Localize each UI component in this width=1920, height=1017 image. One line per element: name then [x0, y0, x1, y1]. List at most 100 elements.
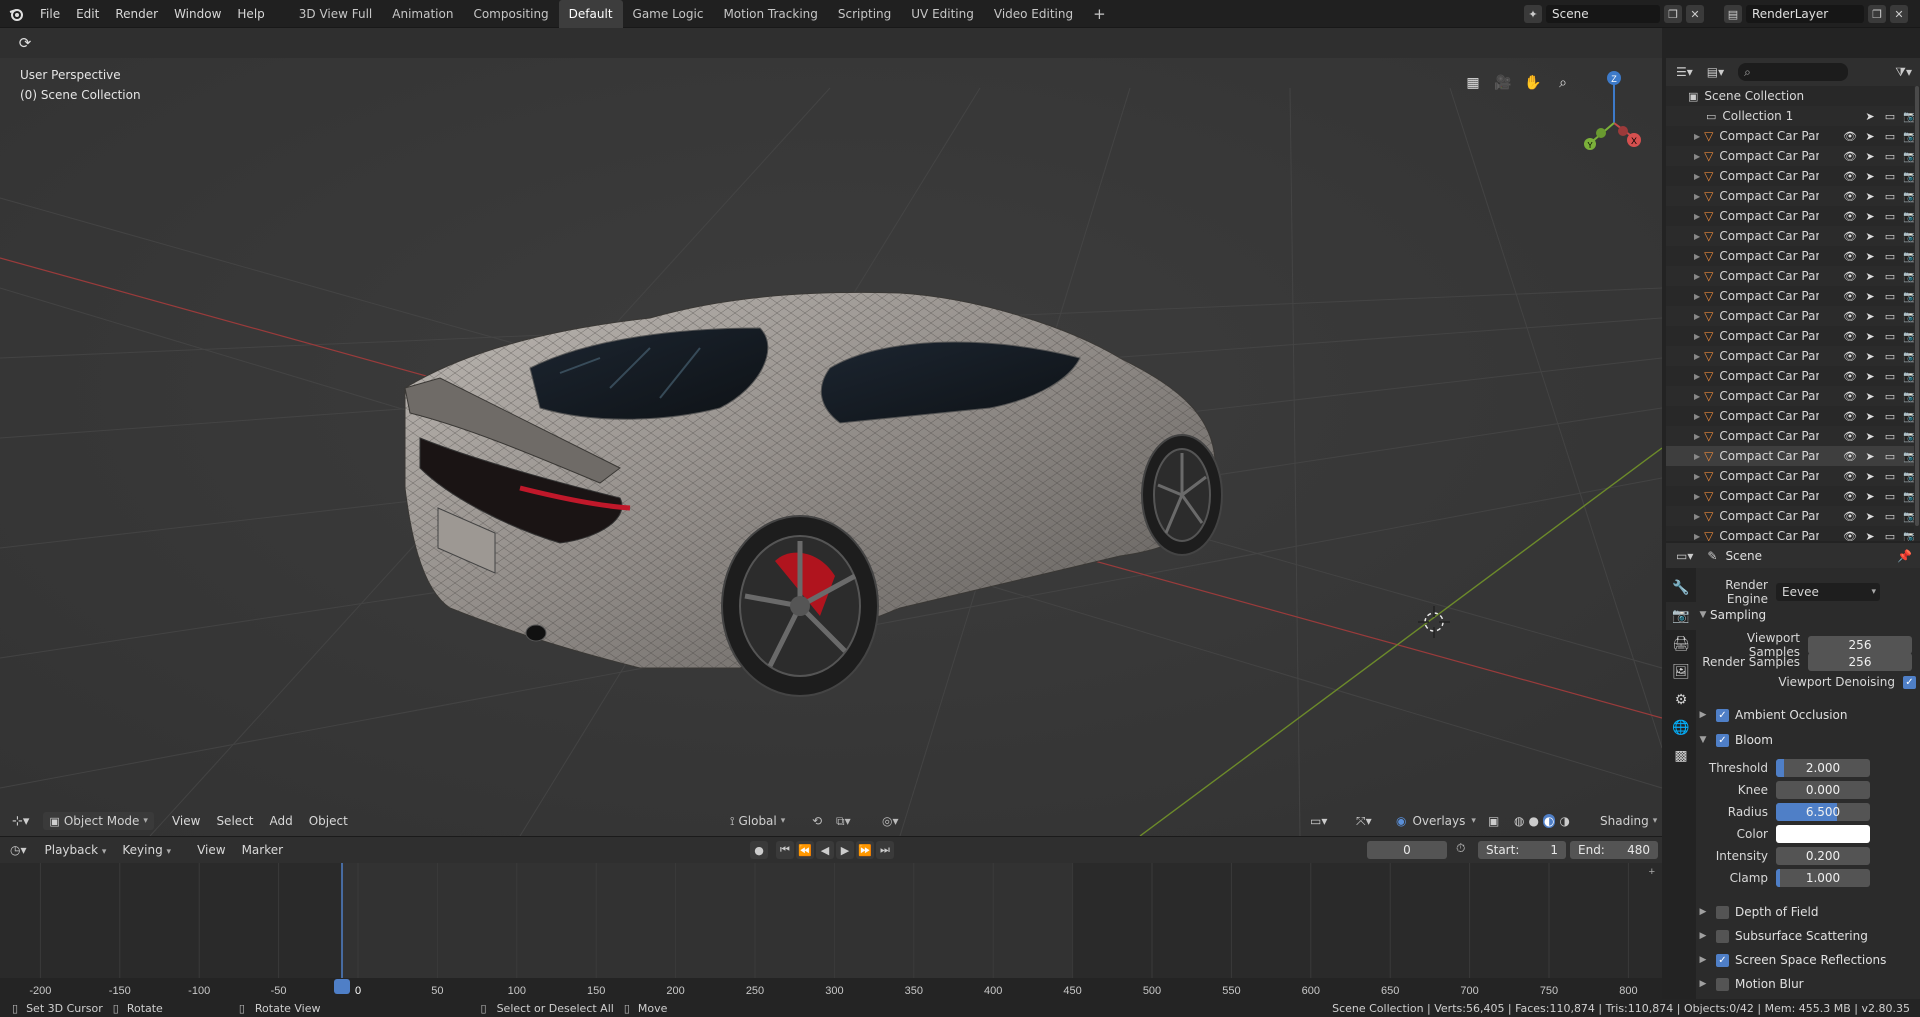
menu-window[interactable]: Window	[166, 0, 229, 28]
outliner-object-row[interactable]: ▶▽Compact Car Part.0👁➤▭📷	[1666, 166, 1920, 186]
ambient-occlusion-panel-header[interactable]: ▶ ✓ Ambient Occlusion	[1696, 703, 1920, 727]
selectable-icon[interactable]: ➤	[1862, 508, 1878, 524]
expand-arrow-icon[interactable]: ▶	[1694, 392, 1700, 401]
viewport-disable-icon[interactable]: ▭	[1882, 228, 1898, 244]
tab-game-logic[interactable]: Game Logic	[623, 0, 714, 28]
selectable-icon[interactable]: ➤	[1862, 188, 1878, 204]
outliner-scene-collection[interactable]: ▣ Scene Collection	[1666, 86, 1920, 106]
selectable-icon[interactable]: ➤	[1862, 388, 1878, 404]
knee-slider[interactable]: 0.000	[1776, 781, 1870, 799]
selectable-icon[interactable]: ➤	[1862, 228, 1878, 244]
tab-scripting[interactable]: Scripting	[828, 0, 901, 28]
outliner-object-row[interactable]: ▶▽Compact Car Part.0👁➤▭📷	[1666, 126, 1920, 146]
viewport-disable-icon[interactable]: ▭	[1882, 268, 1898, 284]
depth-of-field-checkbox[interactable]	[1716, 905, 1729, 919]
object-type-visibility-icon[interactable]: ▭▾	[1310, 814, 1327, 828]
delete-layer-icon[interactable]: ✕	[1890, 5, 1908, 23]
selectable-icon[interactable]: ➤	[1862, 268, 1878, 284]
outliner-object-row[interactable]: ▶▽Compact Car Part.0👁➤▭📷	[1666, 226, 1920, 246]
visibility-eye-icon[interactable]: 👁	[1842, 528, 1858, 542]
visibility-eye-icon[interactable]: 👁	[1842, 428, 1858, 444]
outliner-object-row[interactable]: ▶▽Compact Car Part.0👁➤▭📷	[1666, 326, 1920, 346]
viewport-disable-icon[interactable]: ▭	[1882, 248, 1898, 264]
intensity-slider[interactable]: 0.200	[1776, 847, 1870, 865]
transform-orientation-dropdown[interactable]: ⟟ Global ▾	[730, 814, 785, 829]
outliner-object-row[interactable]: ▶▽Compact Car Part.0👁➤▭📷	[1666, 306, 1920, 326]
bloom-checkbox[interactable]: ✓	[1716, 733, 1729, 747]
visibility-eye-icon[interactable]: 👁	[1842, 288, 1858, 304]
tab-video-editing[interactable]: Video Editing	[984, 0, 1083, 28]
current-frame-field[interactable]: 0	[1367, 841, 1447, 859]
visibility-eye-icon[interactable]: 👁	[1842, 148, 1858, 164]
selectable-icon[interactable]: ➤	[1862, 428, 1878, 444]
subsurface-checkbox[interactable]	[1716, 929, 1729, 943]
gizmo-toggle-icon[interactable]: ⤧▾	[1356, 814, 1372, 829]
tab-uv-editing[interactable]: UV Editing	[901, 0, 984, 28]
threshold-slider[interactable]: 2.000	[1776, 759, 1870, 777]
visibility-eye-icon[interactable]: 👁	[1842, 128, 1858, 144]
overlays-dropdown[interactable]: ◉ Overlays ▾	[1396, 814, 1476, 828]
wireframe-shading-icon[interactable]: ◍	[1514, 814, 1524, 828]
outliner-object-row[interactable]: ▶▽Compact Car Part.0👁➤▭📷	[1666, 186, 1920, 206]
timeline-editor-type-icon[interactable]: ◷▾	[10, 843, 27, 857]
outliner-object-row[interactable]: ▶▽Compact Car Part.0👁➤▭📷	[1666, 266, 1920, 286]
blender-logo-icon[interactable]	[0, 0, 32, 28]
camera-view-icon[interactable]: 🎥	[1492, 72, 1514, 94]
start-frame-field[interactable]: Start: 1	[1478, 841, 1566, 859]
ssr-panel-header[interactable]: ▶ ✓ Screen Space Reflections	[1696, 948, 1920, 972]
3d-viewport[interactable]: User Perspective (0) Scene Collection ▦ …	[0, 28, 1662, 836]
playback-menu[interactable]: Playback ▾	[37, 843, 115, 857]
bloom-panel-header[interactable]: ▼ ✓ Bloom	[1696, 728, 1920, 752]
expand-arrow-icon[interactable]: ▶	[1694, 472, 1700, 481]
selectable-icon[interactable]: ➤	[1862, 288, 1878, 304]
visibility-eye-icon[interactable]: 👁	[1842, 328, 1858, 344]
outliner-object-row[interactable]: ▶▽Compact Car Part.0👁➤▭📷	[1666, 366, 1920, 386]
ambient-occlusion-checkbox[interactable]: ✓	[1716, 708, 1729, 722]
scene-name-field[interactable]: Scene	[1546, 5, 1660, 23]
outliner-scrollbar[interactable]	[1914, 86, 1920, 541]
playhead-marker[interactable]	[334, 979, 350, 994]
outliner-object-row[interactable]: ▶▽Compact Car Part.0👁➤▭📷	[1666, 446, 1920, 466]
visibility-eye-icon[interactable]: 👁	[1842, 448, 1858, 464]
ssr-checkbox[interactable]: ✓	[1716, 953, 1729, 967]
expand-arrow-icon[interactable]: ▶	[1694, 492, 1700, 501]
radius-slider[interactable]: 6.500	[1776, 803, 1870, 821]
viewport-disable-icon[interactable]: ▭	[1882, 148, 1898, 164]
outliner-object-row[interactable]: ▶▽Compact Car Part.0👁➤▭📷	[1666, 286, 1920, 306]
snap-icon[interactable]: ⧉▾	[836, 814, 851, 829]
visibility-eye-icon[interactable]: 👁	[1842, 348, 1858, 364]
jump-keyframe-back-icon[interactable]: ⏪	[796, 841, 814, 859]
expand-arrow-icon[interactable]: ▶	[1694, 132, 1700, 141]
outliner-object-row[interactable]: ▶▽Compact Car Part.0👁➤▭📷	[1666, 526, 1920, 541]
motion-blur-checkbox[interactable]	[1716, 977, 1729, 991]
outliner-object-row[interactable]: ▶▽Compact Car Part.0👁➤▭📷	[1666, 426, 1920, 446]
menu-file[interactable]: File	[32, 0, 68, 28]
add-workspace-button[interactable]: +	[1083, 0, 1116, 28]
shading-dropdown[interactable]: Shading ▾	[1600, 814, 1657, 828]
delete-scene-icon[interactable]: ✕	[1686, 5, 1704, 23]
expand-arrow-icon[interactable]: ▶	[1694, 272, 1700, 281]
viewport-disable-icon[interactable]: ▭	[1882, 188, 1898, 204]
expand-arrow-icon[interactable]: ▶	[1694, 292, 1700, 301]
outliner-object-row[interactable]: ▶▽Compact Car Part.0👁➤▭📷	[1666, 346, 1920, 366]
subsurface-panel-header[interactable]: ▶ Subsurface Scattering	[1696, 924, 1920, 948]
tab-animation[interactable]: Animation	[382, 0, 463, 28]
expand-arrow-icon[interactable]: ▶	[1694, 372, 1700, 381]
outliner-object-row[interactable]: ▶▽Compact Car Part.0👁➤▭📷	[1666, 206, 1920, 226]
scene-selector-icon[interactable]: ✦	[1524, 5, 1542, 23]
viewport-disable-icon[interactable]: ▭	[1882, 528, 1898, 542]
viewport-disable-icon[interactable]: ▭	[1882, 328, 1898, 344]
selectable-icon[interactable]: ➤	[1862, 368, 1878, 384]
menu-render[interactable]: Render	[107, 0, 166, 28]
selectable-icon[interactable]: ➤	[1862, 248, 1878, 264]
expand-arrow-icon[interactable]: ▶	[1694, 232, 1700, 241]
selectable-icon[interactable]: ➤	[1862, 448, 1878, 464]
visibility-eye-icon[interactable]: 👁	[1842, 228, 1858, 244]
viewport-menu-add[interactable]: Add	[261, 814, 300, 828]
expand-arrow-icon[interactable]: ▶	[1694, 332, 1700, 341]
render-samples-field[interactable]: 256	[1808, 653, 1912, 671]
new-scene-icon[interactable]: ❐	[1664, 5, 1682, 23]
visibility-eye-icon[interactable]: 👁	[1842, 408, 1858, 424]
new-layer-icon[interactable]: ❐	[1868, 5, 1886, 23]
viewport-disable-icon[interactable]: ▭	[1882, 408, 1898, 424]
